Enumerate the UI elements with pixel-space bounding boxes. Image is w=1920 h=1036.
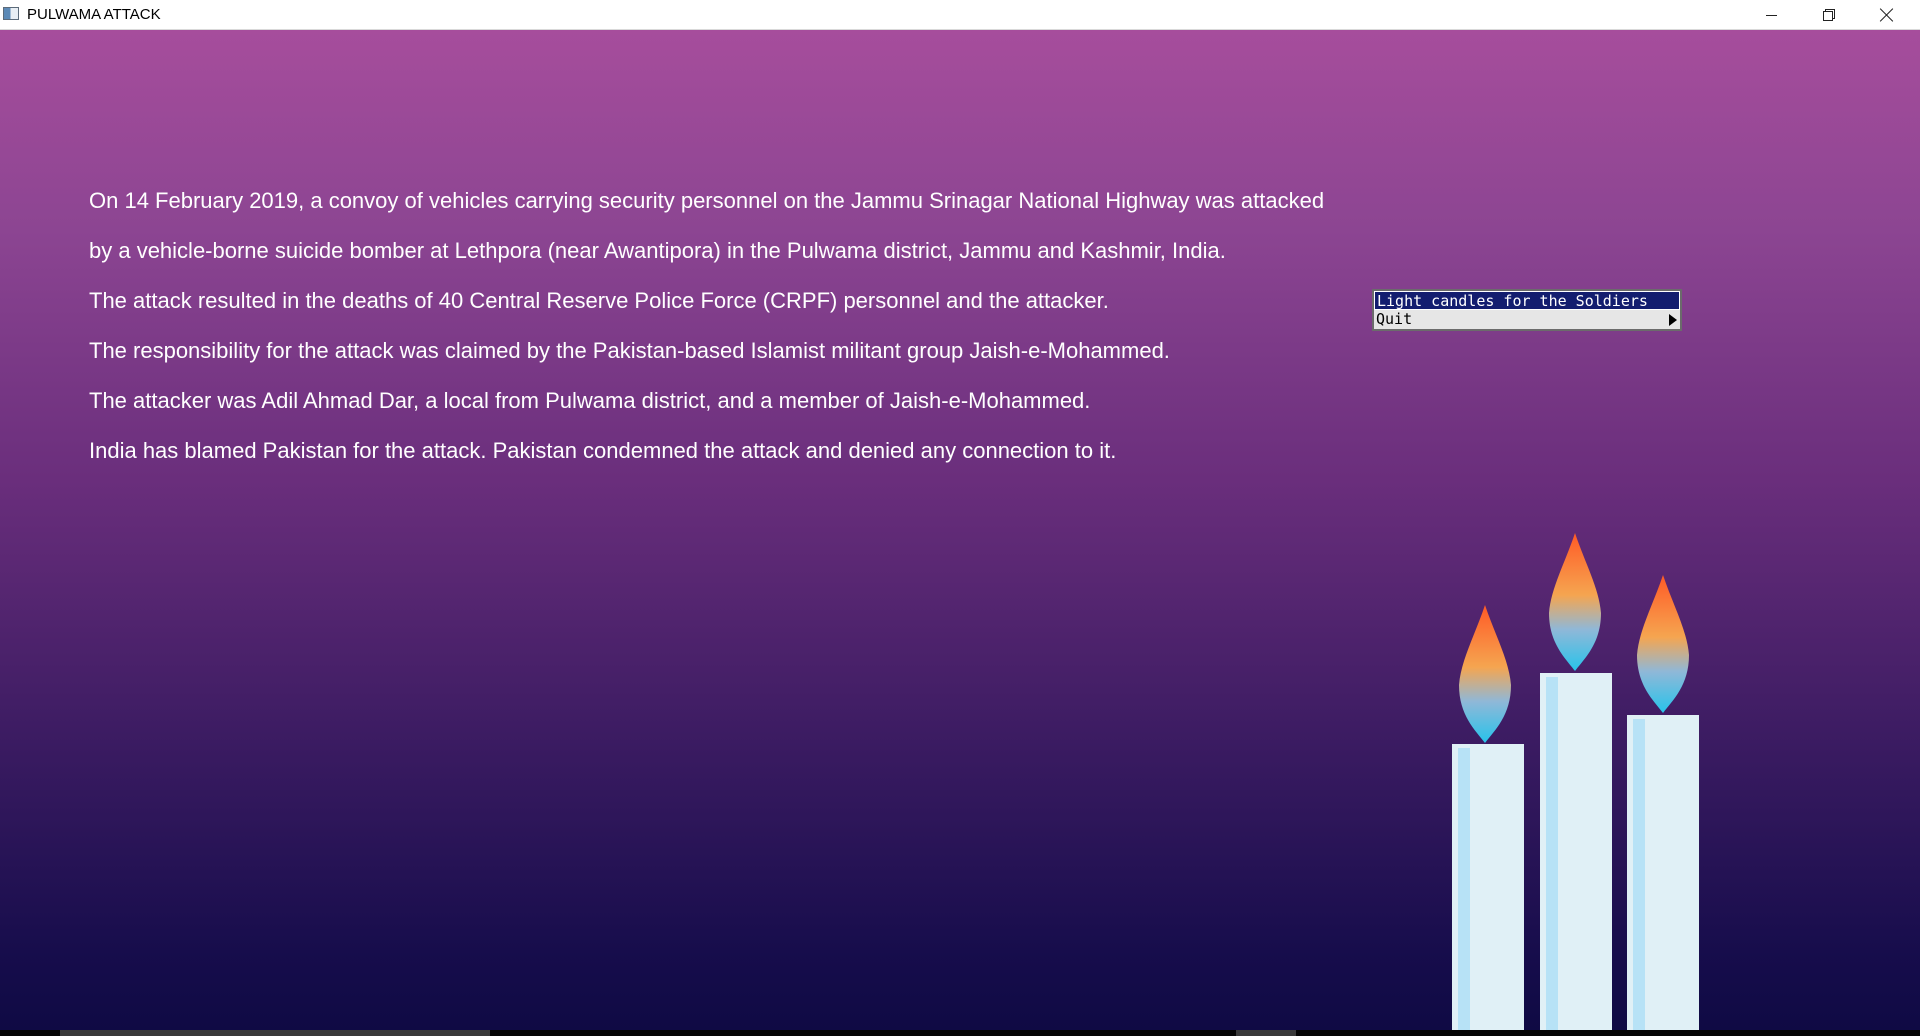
bottom-edge [0,1030,1920,1036]
menu-item-quit-label: Quit [1376,310,1413,328]
candle-stripe [1458,748,1470,1030]
flame-icon-right [1637,575,1689,713]
text-line-6: India has blamed Pakistan for the attack… [89,438,1117,463]
drawing-canvas[interactable]: On 14 February 2019, a convoy of vehicle… [0,30,1920,1030]
candle-stripe [1546,677,1558,1030]
minimize-icon [1765,14,1777,16]
flame-icon-left [1459,605,1511,743]
close-icon [1880,8,1894,22]
app-icon [3,7,19,20]
flame-icon-middle [1549,533,1601,671]
restore-button[interactable] [1800,0,1858,30]
menu-item-quit[interactable]: Quit [1374,310,1680,329]
candle-middle [1540,673,1612,1030]
text-line-1: On 14 February 2019, a convoy of vehicle… [89,188,1325,213]
window-title: PULWAMA ATTACK [27,6,161,23]
taskbar-segment [60,1030,490,1036]
taskbar-segment [1236,1030,1296,1036]
window-title-bar[interactable]: PULWAMA ATTACK [0,0,1920,30]
menu-item-light-candles[interactable]: Light candles for the Soldiers [1373,290,1681,311]
restore-icon [1823,9,1835,21]
text-line-2: by a vehicle-borne suicide bomber at Let… [89,238,1226,263]
text-line-4: The responsibility for the attack was cl… [89,338,1170,363]
candle-stripe [1633,719,1645,1030]
context-menu: Light candles for the Soldiers Quit [1372,289,1682,331]
close-button[interactable] [1858,0,1916,30]
candle-right [1627,715,1699,1030]
text-line-5: The attacker was Adil Ahmad Dar, a local… [89,388,1091,413]
submenu-arrow-icon [1669,314,1677,326]
minimize-button[interactable] [1742,0,1800,30]
candle-left [1452,744,1524,1030]
text-line-3: The attack resulted in the deaths of 40 … [89,288,1109,313]
